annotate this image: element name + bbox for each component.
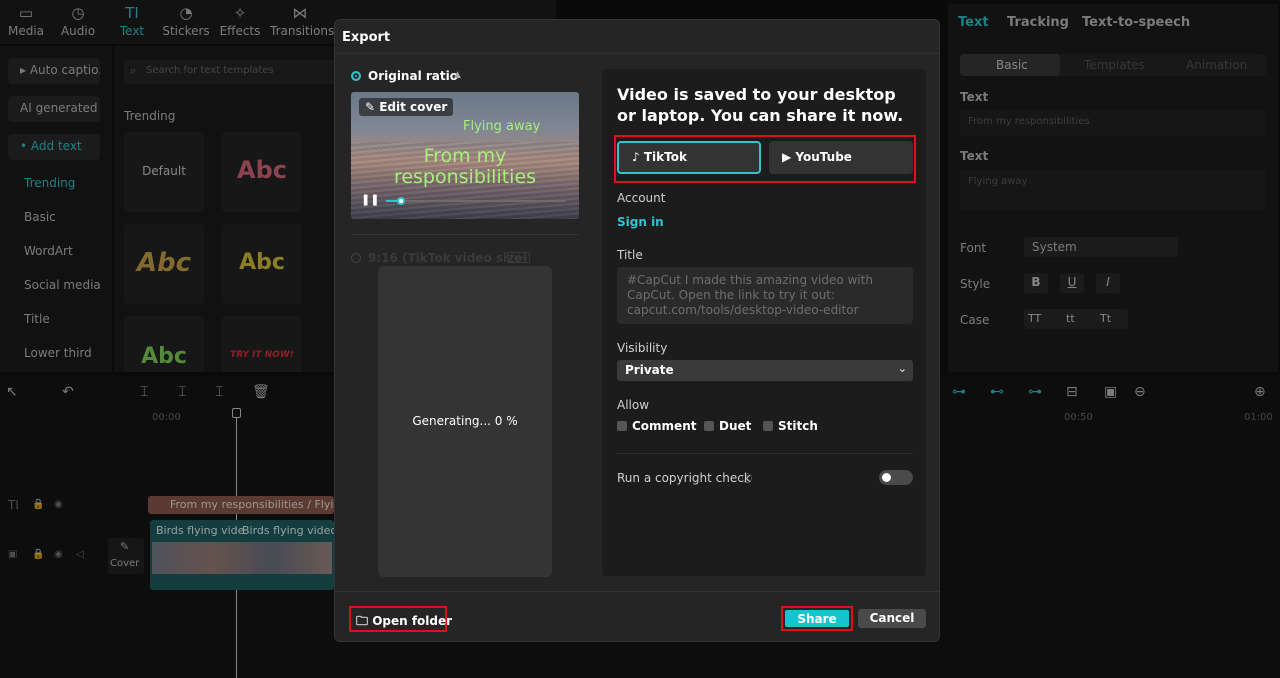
allow-label: Allow: [617, 398, 650, 412]
youtube-button[interactable]: ▶ YouTube: [769, 141, 913, 174]
slider-knob[interactable]: [397, 197, 405, 205]
tiktok-size-label[interactable]: 9:16 (TikTok video size): [368, 251, 528, 265]
youtube-icon: ▶: [782, 150, 796, 164]
preview-subtitle-small: Flying away: [463, 119, 541, 134]
dialog-title: Export: [342, 30, 391, 45]
duet-checkbox[interactable]: Duet: [704, 419, 751, 433]
tiktok-preview-box: Generating... 0 %: [378, 266, 552, 577]
tiktok-icon: ♪: [632, 150, 644, 164]
title-label: Title: [617, 248, 643, 262]
cover-preview: ✎ Edit cover Flying away From my respons…: [351, 92, 579, 219]
divider: [335, 591, 939, 592]
comment-checkbox[interactable]: Comment: [617, 419, 696, 433]
stitch-checkbox[interactable]: Stitch: [763, 419, 818, 433]
share-panel: Video is saved to your desktop or laptop…: [602, 69, 926, 576]
chevron-up-icon[interactable]: ▲: [454, 70, 461, 80]
account-label: Account: [617, 191, 666, 205]
chevron-down-icon: ⌄: [897, 362, 907, 375]
share-headline: Video is saved to your desktop or laptop…: [617, 85, 904, 125]
original-ratio-radio[interactable]: [351, 71, 361, 81]
copyright-check-toggle[interactable]: [879, 470, 913, 485]
export-dialog: Export Original ratio ▲ ✎ Edit cover Fly…: [334, 19, 940, 642]
edit-cover-button[interactable]: ✎ Edit cover: [359, 98, 454, 116]
generating-status: Generating... 0 %: [412, 414, 518, 428]
copyright-check-label: Run a copyright check: [617, 471, 751, 485]
video-title-input[interactable]: #CapCut I made this amazing video with C…: [617, 267, 913, 324]
preview-subtitle-main: From my responsibilities: [393, 145, 537, 188]
open-folder-button[interactable]: 🗀 Open folder: [349, 606, 452, 632]
tiktok-button[interactable]: ♪ TikTok: [617, 141, 761, 174]
pause-icon[interactable]: ❚❚: [361, 193, 379, 206]
tiktok-size-radio[interactable]: [351, 253, 361, 263]
free-badge: Free: [507, 252, 530, 263]
share-button[interactable]: Share: [781, 606, 853, 631]
divider: [351, 234, 579, 235]
cancel-button[interactable]: Cancel: [858, 609, 926, 628]
divider: [335, 53, 939, 54]
sign-in-link[interactable]: Sign in: [617, 215, 664, 229]
edit-icon: ✎: [365, 100, 380, 114]
visibility-select[interactable]: Private ⌄: [617, 360, 913, 381]
capcut-editor: ▭ Media ◷ Audio TI Text ◔ Stickers ✧ Effects …: [0, 0, 1280, 678]
divider: [617, 453, 913, 454]
info-icon[interactable]: ⓘ: [742, 470, 752, 485]
visibility-label: Visibility: [617, 341, 668, 355]
folder-icon: 🗀: [356, 614, 373, 628]
preview-progress-slider[interactable]: [386, 197, 566, 205]
original-ratio-label[interactable]: Original ratio: [368, 69, 458, 83]
